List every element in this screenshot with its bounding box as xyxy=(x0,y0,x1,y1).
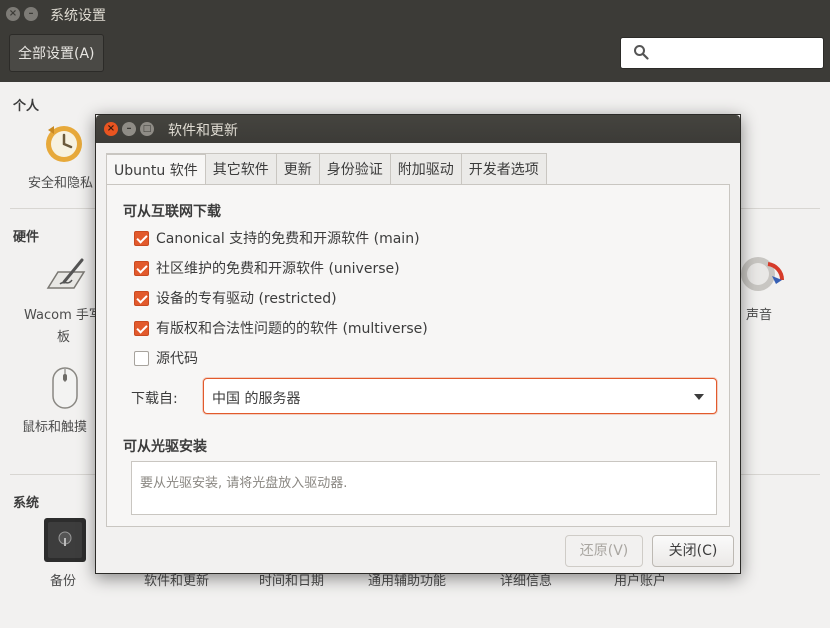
tab-ubuntu-software[interactable]: Ubuntu 软件 xyxy=(106,153,206,185)
checkbox-restricted[interactable] xyxy=(134,290,149,306)
option-multiverse[interactable]: 有版权和合法性问题的的软件 (multiverse) xyxy=(134,318,428,338)
app-label-sound[interactable]: 声音 xyxy=(746,304,772,323)
dialog-minimize-icon[interactable]: – xyxy=(122,122,136,136)
option-universe[interactable]: 社区维护的免费和开源软件 (universe) xyxy=(134,258,400,278)
settings-toolbar: 全部设置(A) xyxy=(0,28,830,82)
settings-window-title: 系统设置 xyxy=(50,8,106,24)
option-source-code-label: 源代码 xyxy=(156,351,198,367)
all-settings-button[interactable]: 全部设置(A) xyxy=(9,34,104,72)
checkbox-main[interactable] xyxy=(134,230,149,246)
option-universe-label: 社区维护的免费和开源软件 (universe) xyxy=(156,261,400,277)
app-label-mouse[interactable]: 鼠标和触摸 xyxy=(22,416,87,435)
app-label-backup[interactable]: 备份 xyxy=(50,570,76,589)
cdrom-source-list[interactable]: 要从光驱安装, 请将光盘放入驱动器. xyxy=(131,461,717,515)
option-restricted[interactable]: 设备的专有驱动 (restricted) xyxy=(134,288,337,308)
option-main-label: Canonical 支持的免费和开源软件 (main) xyxy=(156,231,420,247)
chevron-down-icon xyxy=(694,394,704,400)
security-privacy-icon[interactable] xyxy=(42,120,86,164)
close-button[interactable]: 关闭(C) xyxy=(652,535,734,567)
tab-updates[interactable]: 更新 xyxy=(276,153,320,185)
checkbox-source-code[interactable] xyxy=(134,350,149,366)
tab-developer-options[interactable]: 开发者选项 xyxy=(461,153,547,185)
dialog-titlebar[interactable]: × – □ 软件和更新 xyxy=(96,115,740,143)
sound-icon[interactable] xyxy=(738,254,784,294)
wacom-tablet-icon[interactable] xyxy=(44,254,88,298)
tab-authentication[interactable]: 身份验证 xyxy=(319,153,391,185)
cdrom-placeholder: 要从光驱安装, 请将光盘放入驱动器. xyxy=(140,476,348,491)
download-from-label: 下载自: xyxy=(131,391,178,407)
download-server-dropdown[interactable]: 中国 的服务器 xyxy=(203,378,717,414)
settings-titlebar: × – 系统设置 xyxy=(0,0,830,28)
software-updates-dialog: × – □ 软件和更新 Ubuntu 软件 其它软件 更新 身份验证 附加驱动 … xyxy=(95,114,741,574)
download-server-value: 中国 的服务器 xyxy=(212,391,301,407)
option-main[interactable]: Canonical 支持的免费和开源软件 (main) xyxy=(134,228,420,248)
checkbox-universe[interactable] xyxy=(134,260,149,276)
internet-download-title: 可从互联网下载 xyxy=(123,204,221,220)
tab-additional-drivers[interactable]: 附加驱动 xyxy=(390,153,462,185)
dialog-title: 软件和更新 xyxy=(168,123,238,139)
dialog-maximize-icon[interactable]: □ xyxy=(140,122,154,136)
settings-minimize-button[interactable]: – xyxy=(24,7,38,21)
option-multiverse-label: 有版权和合法性问题的的软件 (multiverse) xyxy=(156,321,428,337)
app-label-wacom[interactable]: Wacom 手写 xyxy=(24,304,102,323)
search-input[interactable] xyxy=(620,37,824,69)
revert-button[interactable]: 还原(V) xyxy=(565,535,643,567)
cdrom-install-title: 可从光驱安装 xyxy=(123,439,207,455)
app-label-wacom-line2: 板 xyxy=(57,330,71,345)
ubuntu-software-panel: 可从互联网下载 Canonical 支持的免费和开源软件 (main) 社区维护… xyxy=(106,184,730,527)
mouse-icon[interactable] xyxy=(48,366,82,410)
section-hardware-title: 硬件 xyxy=(13,230,40,245)
dialog-close-icon[interactable]: × xyxy=(104,122,118,136)
settings-close-button[interactable]: × xyxy=(6,7,20,21)
checkbox-multiverse[interactable] xyxy=(134,320,149,336)
option-source-code[interactable]: 源代码 xyxy=(134,348,198,368)
option-restricted-label: 设备的专有驱动 (restricted) xyxy=(156,291,337,307)
search-icon xyxy=(634,45,649,60)
backup-safe-icon[interactable] xyxy=(42,516,88,564)
app-label-security[interactable]: 安全和隐私 xyxy=(28,172,93,191)
section-personal-title: 个人 xyxy=(13,99,40,114)
section-system-title: 系统 xyxy=(13,496,40,511)
dialog-tab-bar: Ubuntu 软件 其它软件 更新 身份验证 附加驱动 开发者选项 xyxy=(106,153,547,185)
tab-other-software[interactable]: 其它软件 xyxy=(205,153,277,185)
